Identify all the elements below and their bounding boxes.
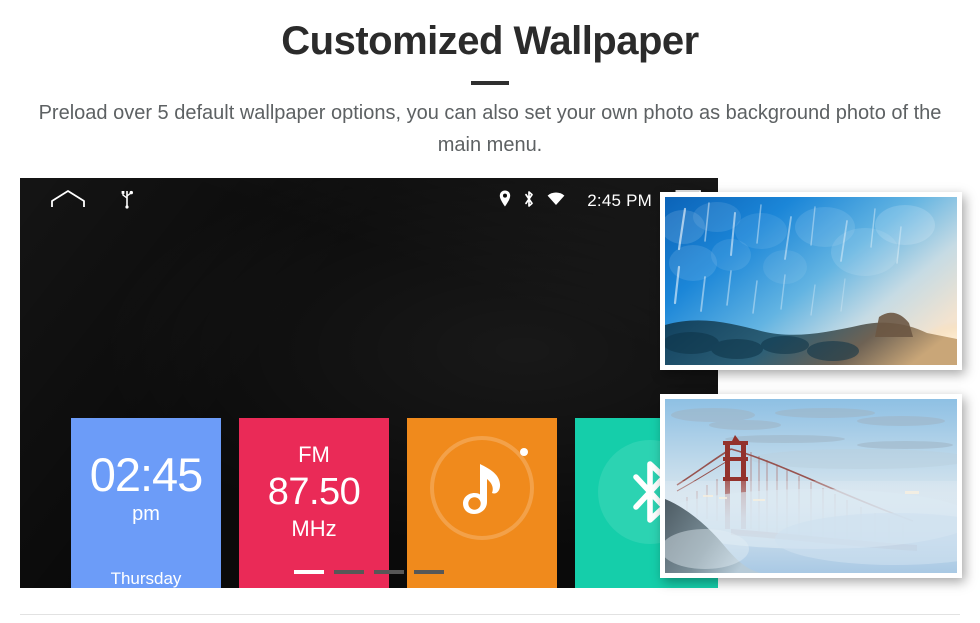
page-indicator-dot[interactable]: [334, 570, 364, 574]
radio-unit-label: MHz: [291, 516, 337, 541]
wifi-icon: [547, 191, 565, 211]
music-progress-ring: [430, 436, 534, 540]
status-bar: 2:45 PM: [20, 178, 718, 224]
wallpaper-ice-cave-image: [665, 197, 957, 365]
footer-divider: [20, 614, 960, 615]
page-title: Customized Wallpaper: [281, 19, 699, 63]
clock-widget[interactable]: 02:45 pm Thursday 28/3/2019: [71, 418, 221, 588]
wallpaper-ice-cave[interactable]: [660, 192, 962, 370]
radio-frequency: 87.50: [267, 471, 361, 513]
radio-widget[interactable]: FM 87.50 MHz BAND: [239, 418, 389, 588]
page-subtitle: Preload over 5 default wallpaper options…: [38, 102, 942, 156]
wallpaper-golden-gate[interactable]: [660, 394, 962, 578]
music-note-icon: [430, 436, 534, 540]
status-bar-clock: 2:45 PM: [587, 191, 652, 210]
widget-row: 02:45 pm Thursday 28/3/2019 FM 87.50 MHz…: [20, 418, 718, 588]
status-bar-left: [50, 189, 134, 214]
page-indicator-dot[interactable]: [294, 570, 324, 574]
page-indicator-dot[interactable]: [414, 570, 444, 574]
title-divider: [471, 81, 509, 85]
car-head-unit: 2:45 PM 02:45 pm Thursday 28/3/2019: [20, 178, 718, 588]
wallpaper-golden-gate-image: [665, 399, 957, 573]
home-icon[interactable]: [50, 189, 86, 214]
page-indicator: [20, 570, 718, 574]
bluetooth-icon: [523, 190, 535, 213]
music-widget[interactable]: [407, 418, 557, 588]
customized-wallpaper-page: Customized Wallpaper Preload over 5 defa…: [0, 0, 980, 623]
location-pin-icon: [499, 190, 511, 212]
radio-band-label: FM: [298, 442, 330, 467]
clock-widget-ampm: pm: [132, 503, 160, 525]
usb-icon[interactable]: [120, 189, 134, 214]
clock-widget-time: 02:45: [89, 448, 204, 501]
page-indicator-dot[interactable]: [374, 570, 404, 574]
page-header: Customized Wallpaper Preload over 5 defa…: [0, 0, 980, 161]
